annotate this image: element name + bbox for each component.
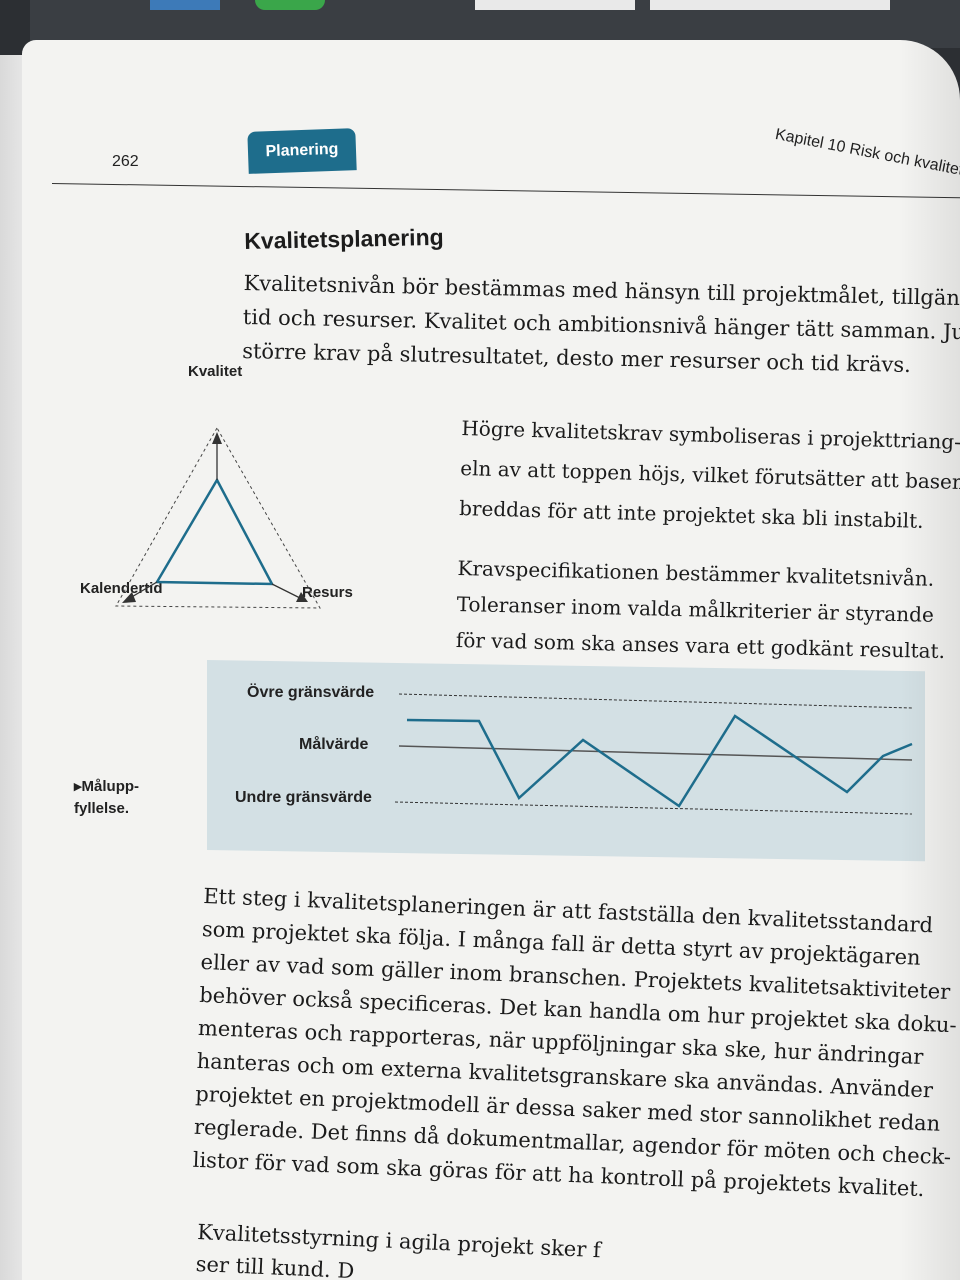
section-heading: Kvalitetsplanering xyxy=(244,223,444,254)
side-note-line: fyllelse. xyxy=(74,800,130,817)
strip-green-tab xyxy=(255,0,325,10)
tail-paragraph: Kvalitetsstyrning i agila projekt sker f… xyxy=(195,1216,601,1280)
outer-dashed-triangle xyxy=(115,426,321,609)
measurement-series xyxy=(406,714,913,808)
triangle-marker-icon: ▸ xyxy=(74,778,82,795)
page-curl-shadow xyxy=(900,40,960,1280)
arrow-left-head xyxy=(122,592,136,603)
triangle-label-top: Kvalitet xyxy=(188,363,243,380)
spec-paragraph: Kravspecifikationen bestämmer kvalitetsn… xyxy=(456,550,947,669)
triangle-paragraph: Högre kvalitetskrav symboliseras i proje… xyxy=(459,408,960,542)
upper-limit-label: Övre gränsvärde xyxy=(247,684,375,701)
upper-limit-line xyxy=(398,693,913,709)
desk-background: 262 Planering Kapitel 10 Risk och kvalit… xyxy=(0,0,960,1280)
arrow-right-line xyxy=(271,583,301,599)
strip-white-tab xyxy=(475,0,635,10)
page-number: 262 xyxy=(112,153,139,170)
side-note-line: Målupp- xyxy=(81,778,140,795)
body-paragraph: Ett steg i kvalitetsplaneringen är att f… xyxy=(192,880,960,1207)
inner-triangle xyxy=(154,477,275,586)
target-label: Målvärde xyxy=(299,736,369,753)
strip-blue-tab xyxy=(150,0,220,10)
arrow-left-line xyxy=(129,581,158,599)
target-line xyxy=(398,745,913,761)
header-rule xyxy=(51,183,960,199)
lower-limit-label: Undre gränsvärde xyxy=(235,789,372,806)
strip-white-tab-2 xyxy=(650,0,890,10)
intro-paragraph: Kvalitetsnivån bör bestämmas med hänsyn … xyxy=(242,266,960,384)
project-triangle-diagram xyxy=(115,426,321,609)
book-page: 262 Planering Kapitel 10 Risk och kvalit… xyxy=(22,40,960,1280)
side-note: ▸Målupp- fyllelse. xyxy=(74,776,139,820)
lower-limit-line xyxy=(394,801,913,815)
section-tab: Planering xyxy=(247,128,357,174)
